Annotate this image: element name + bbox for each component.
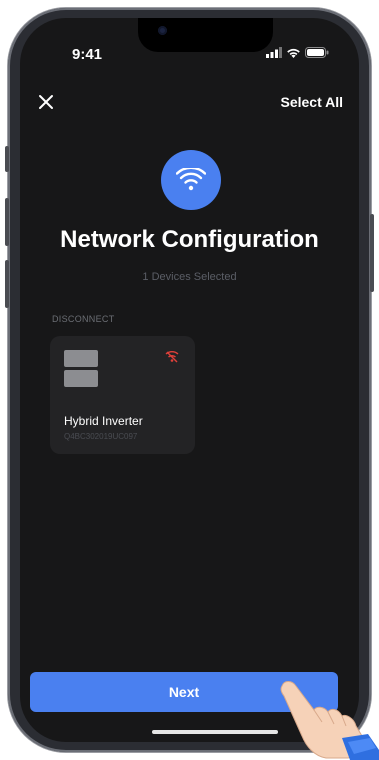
status-time: 9:41 xyxy=(72,46,103,63)
device-card[interactable]: Hybrid Inverter Q4BC302019UC097 xyxy=(50,336,195,454)
device-serial: Q4BC302019UC097 xyxy=(64,432,138,441)
home-indicator xyxy=(152,730,278,734)
close-icon xyxy=(39,95,53,109)
power-button xyxy=(370,214,374,292)
page-title: Network Configuration xyxy=(60,226,319,253)
mute-switch xyxy=(5,146,9,172)
section-label: DISCONNECT xyxy=(52,314,115,324)
wifi-badge xyxy=(161,150,221,210)
status-icons xyxy=(266,47,329,58)
selected-count: 1 Devices Selected xyxy=(142,271,237,283)
close-button[interactable] xyxy=(38,92,54,114)
wifi-off-icon xyxy=(165,350,179,368)
device-name: Hybrid Inverter xyxy=(64,414,143,428)
volume-up-button xyxy=(5,198,9,246)
pointing-hand-icon xyxy=(280,681,379,760)
battery-icon xyxy=(305,47,329,58)
wifi-icon xyxy=(176,168,206,191)
app-screen: 9:41 Select All Network Configuration 1 … xyxy=(20,18,359,742)
signal-icon xyxy=(266,47,282,58)
select-all-button[interactable]: Select All xyxy=(280,94,343,110)
camera-icon xyxy=(158,26,167,35)
volume-down-button xyxy=(5,260,9,308)
inverter-icon xyxy=(64,350,98,390)
notch xyxy=(138,18,273,52)
wifi-status-icon xyxy=(287,48,300,58)
